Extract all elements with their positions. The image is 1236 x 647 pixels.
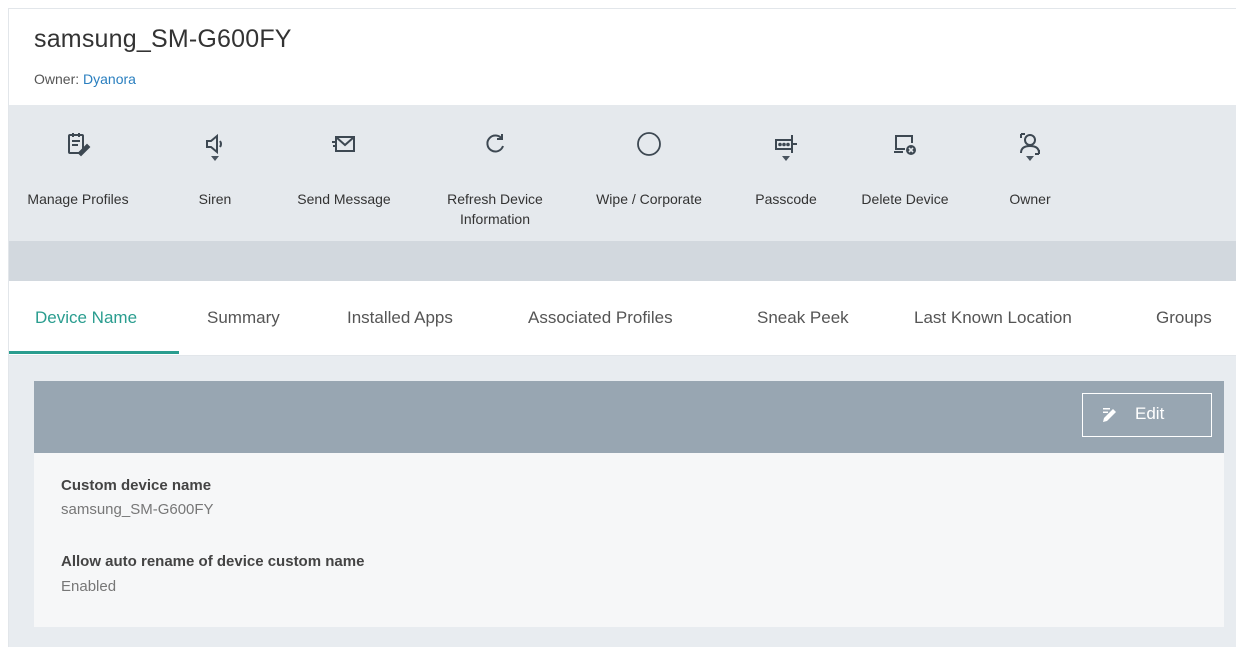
owner-link[interactable]: Dyanora xyxy=(83,71,136,87)
wipe-corporate-label: Wipe / Corporate xyxy=(596,191,702,207)
active-tab-indicator xyxy=(9,351,179,354)
separator-band xyxy=(9,241,1236,281)
auto-rename-value: Enabled xyxy=(61,578,117,595)
send-message-label: Send Message xyxy=(297,191,391,207)
circle-icon xyxy=(636,131,662,157)
action-toolbar: Manage Profiles Siren Send Message Refre… xyxy=(9,105,1236,241)
speaker-icon xyxy=(202,131,228,157)
manage-profiles-label: Manage Profiles xyxy=(27,191,129,207)
delete-device-button[interactable]: Delete Device xyxy=(845,105,965,241)
device-title: samsung_SM-G600FY xyxy=(34,25,292,53)
siren-label: Siren xyxy=(198,191,232,207)
refresh-icon xyxy=(482,131,508,157)
manage-profiles-icon xyxy=(65,131,91,157)
pencil-icon xyxy=(1101,406,1119,424)
owner-line: Owner: Dyanora xyxy=(34,71,136,87)
tab-associated-profiles[interactable]: Associated Profiles xyxy=(528,281,673,355)
refresh-device-info-label: Refresh Device Information xyxy=(447,191,543,227)
tab-last-known-location[interactable]: Last Known Location xyxy=(914,281,1072,355)
tab-summary[interactable]: Summary xyxy=(207,281,280,355)
custom-device-name-value: samsung_SM-G600FY xyxy=(61,501,214,518)
refresh-device-info-button[interactable]: Refresh Device Information xyxy=(425,105,565,241)
owner-button[interactable]: Owner xyxy=(995,105,1065,241)
owner-label: Owner: xyxy=(34,71,80,87)
tab-bar: Device Name Summary Installed Apps Assoc… xyxy=(9,281,1236,356)
wipe-corporate-button[interactable]: Wipe / Corporate xyxy=(579,105,719,241)
delete-device-icon xyxy=(892,131,918,157)
passcode-icon xyxy=(773,131,799,157)
delete-device-label: Delete Device xyxy=(861,191,949,207)
tab-sneak-peek[interactable]: Sneak Peek xyxy=(757,281,849,355)
tab-groups[interactable]: Groups xyxy=(1156,281,1212,355)
panel-header: Edit xyxy=(34,381,1224,453)
tab-content: Edit Custom device name samsung_SM-G600F… xyxy=(9,356,1236,647)
passcode-label: Passcode xyxy=(755,191,817,207)
device-name-panel: Edit Custom device name samsung_SM-G600F… xyxy=(34,381,1224,627)
owner-dropdown-caret xyxy=(1026,156,1034,161)
siren-button[interactable]: Siren xyxy=(185,105,245,241)
edit-label: Edit xyxy=(1135,404,1165,423)
envelope-icon xyxy=(331,131,357,157)
send-message-button[interactable]: Send Message xyxy=(279,105,409,241)
auto-rename-label: Allow auto rename of device custom name xyxy=(61,553,365,570)
custom-device-name-label: Custom device name xyxy=(61,477,212,494)
manage-profiles-button[interactable]: Manage Profiles xyxy=(13,105,143,241)
device-details-page: samsung_SM-G600FY Owner: Dyanora Manage … xyxy=(8,8,1236,647)
tab-installed-apps[interactable]: Installed Apps xyxy=(347,281,453,355)
passcode-dropdown-caret xyxy=(782,156,790,161)
passcode-button[interactable]: Passcode xyxy=(741,105,831,241)
device-header: samsung_SM-G600FY Owner: Dyanora xyxy=(9,9,1236,105)
owner-icon xyxy=(1017,131,1043,157)
tab-device-name[interactable]: Device Name xyxy=(35,281,137,355)
owner-button-label: Owner xyxy=(1009,191,1051,207)
siren-dropdown-caret xyxy=(211,156,219,161)
edit-button[interactable]: Edit xyxy=(1082,393,1212,437)
